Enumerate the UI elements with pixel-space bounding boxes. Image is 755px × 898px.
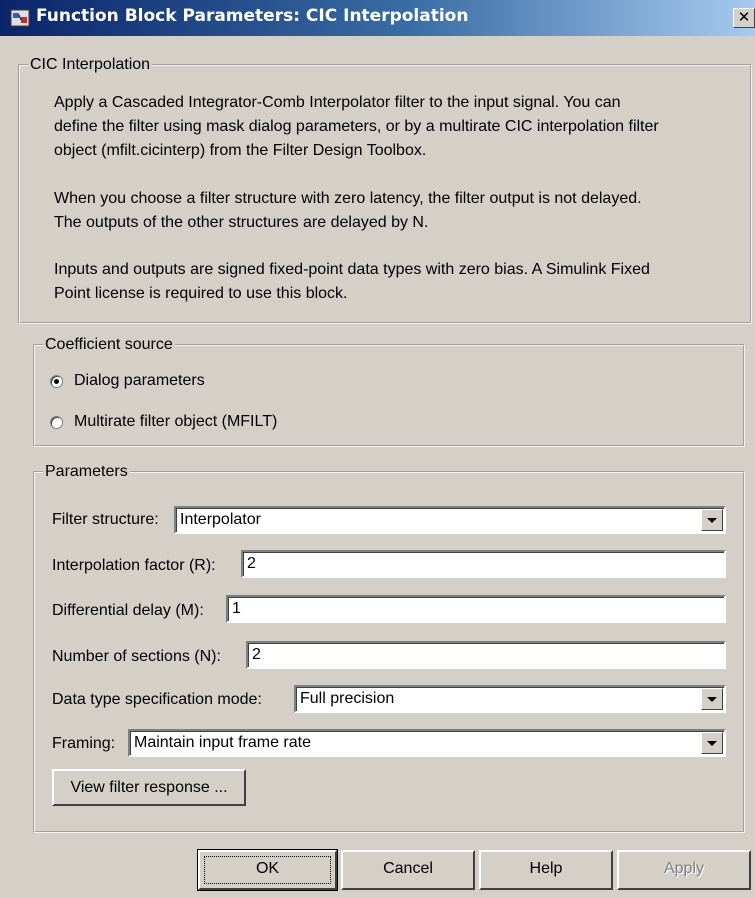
coefficient-source-legend: Coefficient source <box>45 336 173 353</box>
help-button[interactable]: Help <box>479 850 613 890</box>
close-button[interactable]: ✕ <box>733 8 755 28</box>
data-type-mode-dropdown[interactable]: Full precision <box>294 685 726 713</box>
filter-structure-dropdown[interactable]: Interpolator <box>174 506 726 534</box>
radio-button-unchecked[interactable] <box>50 415 63 429</box>
chevron-down-icon[interactable] <box>701 732 723 754</box>
number-of-sections-field[interactable]: 2 <box>246 641 726 669</box>
parameters-legend: Parameters <box>45 463 128 480</box>
simulink-block-icon <box>10 9 30 27</box>
apply-button: Apply <box>617 850 751 890</box>
filter-structure-label: Filter structure: <box>52 511 159 528</box>
interpolation-factor-label: Interpolation factor (R): <box>52 557 216 574</box>
radio-dialog-parameters[interactable]: Dialog parameters <box>50 371 205 391</box>
framing-dropdown[interactable]: Maintain input frame rate <box>128 729 726 757</box>
cancel-button[interactable]: Cancel <box>341 850 475 890</box>
interpolation-factor-field[interactable]: 2 <box>241 550 726 578</box>
chevron-down-icon[interactable] <box>701 688 723 710</box>
close-icon: ✕ <box>737 8 751 26</box>
data-type-mode-label: Data type specification mode: <box>52 691 262 708</box>
framing-label: Framing: <box>52 735 116 752</box>
differential-delay-label: Differential delay (M): <box>52 602 204 619</box>
description-paragraph-1: Apply a Cascaded Integrator-Comb Interpo… <box>54 94 659 159</box>
radio-button-checked[interactable] <box>50 374 63 388</box>
number-of-sections-label: Number of sections (N): <box>52 648 221 665</box>
differential-delay-field[interactable]: 1 <box>226 595 726 623</box>
description-legend: CIC Interpolation <box>30 56 151 73</box>
radio-multirate-filter-object[interactable]: Multirate filter object (MFILT) <box>50 412 277 432</box>
description-paragraph-3: Inputs and outputs are signed fixed-poin… <box>54 261 650 302</box>
ok-button[interactable]: OK <box>197 849 338 891</box>
view-filter-response-button[interactable]: View filter response ... <box>52 769 246 806</box>
window-title: Function Block Parameters: CIC Interpola… <box>36 6 469 26</box>
chevron-down-icon[interactable] <box>701 509 723 531</box>
title-bar[interactable]: Function Block Parameters: CIC Interpola… <box>0 0 755 36</box>
description-paragraph-2: When you choose a filter structure with … <box>54 190 642 231</box>
